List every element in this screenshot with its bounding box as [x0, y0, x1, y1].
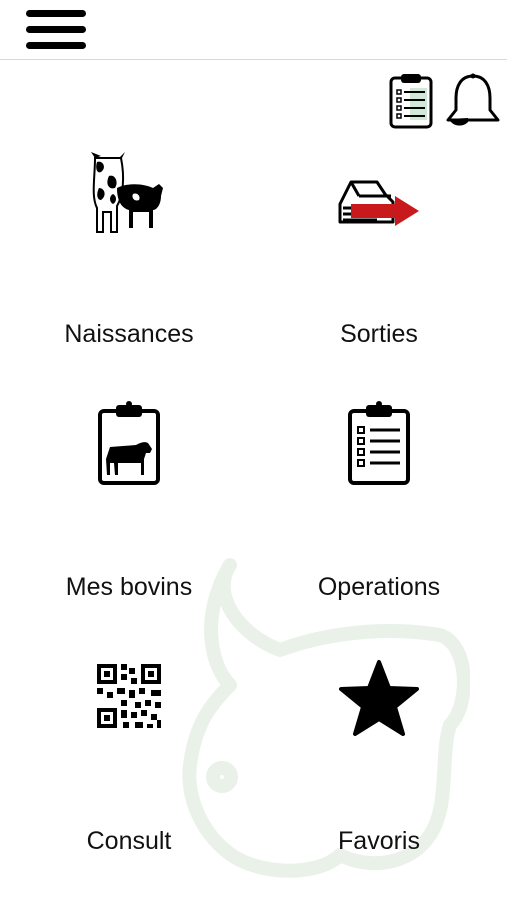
clipboard-checklist-icon[interactable] — [388, 72, 434, 130]
tile-sorties[interactable]: Sorties — [254, 140, 504, 348]
qr-code-icon — [97, 664, 161, 728]
hamburger-menu-icon[interactable] — [26, 8, 86, 54]
star-icon — [339, 660, 419, 736]
cow-and-calf-icon — [91, 152, 163, 233]
tile-consult[interactable]: Consult — [4, 650, 254, 855]
tile-label: Naissances — [64, 320, 194, 348]
tile-label: Mes bovins — [65, 573, 193, 601]
tile-naissances[interactable]: Naissances — [4, 140, 254, 348]
tile-label: Consult — [86, 827, 172, 855]
tile-label: Sorties — [340, 320, 418, 348]
tile-operations[interactable]: Operations — [254, 395, 504, 601]
clipboard-list-icon — [348, 401, 410, 485]
tile-label: Operations — [317, 573, 441, 601]
top-bar — [0, 0, 507, 60]
barn-exit-arrow-icon — [338, 180, 419, 226]
tile-mes-bovins[interactable]: Mes bovins — [4, 395, 254, 601]
clipboard-cow-icon — [98, 401, 160, 485]
tile-favoris[interactable]: Favoris — [254, 650, 504, 855]
bell-icon[interactable] — [444, 72, 502, 130]
tile-label: Favoris — [338, 827, 420, 855]
